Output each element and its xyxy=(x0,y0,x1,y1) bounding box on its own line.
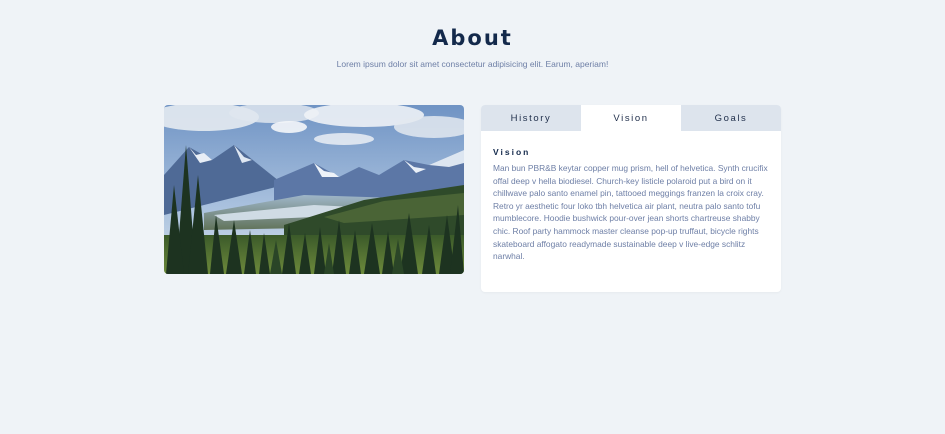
landscape-photo xyxy=(164,105,464,274)
tab-bar: History Vision Goals xyxy=(481,105,781,131)
tab-history[interactable]: History xyxy=(481,105,581,131)
tab-goals[interactable]: Goals xyxy=(681,105,781,131)
panel-text: Man bun PBR&B keytar copper mug prism, h… xyxy=(493,163,768,262)
panel-heading: Vision xyxy=(493,147,531,157)
tab-panel: Vision Man bun PBR&B keytar copper mug p… xyxy=(481,131,781,263)
tab-vision[interactable]: Vision xyxy=(581,105,681,131)
tabs-card: History Vision Goals Vision Man bun PBR&… xyxy=(481,105,781,292)
section-title: About xyxy=(432,26,513,50)
section-subtitle: Lorem ipsum dolor sit amet consectetur a… xyxy=(336,59,609,69)
